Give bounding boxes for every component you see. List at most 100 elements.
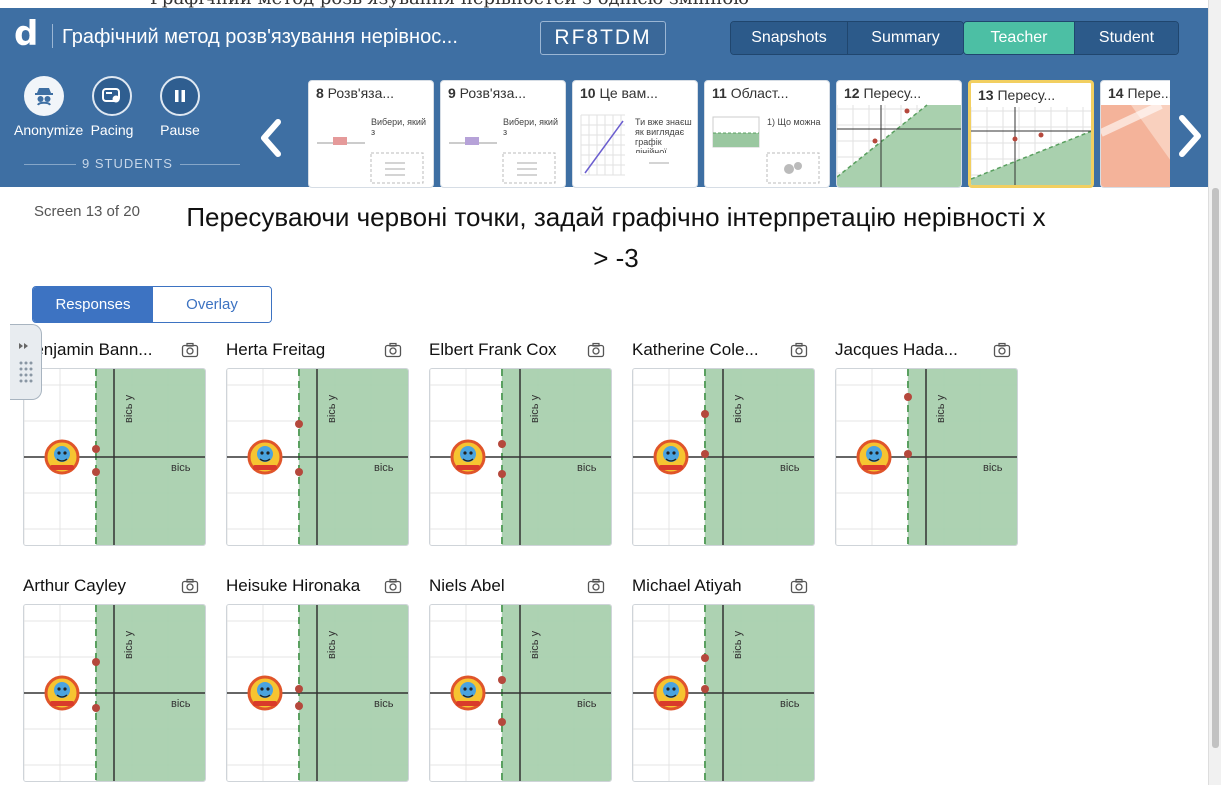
screen-thumbnail-10[interactable]: 10 Це вам... Ти вже знаєш як виглядає гра… xyxy=(572,80,698,188)
student-name[interactable]: Benjamin Bann... xyxy=(23,340,175,360)
student-graph[interactable]: вісь у вісь xyxy=(429,368,612,546)
red-point[interactable] xyxy=(498,440,506,448)
camera-snapshot-icon[interactable] xyxy=(384,578,402,594)
screen-thumbnail-title: 14 Пере... xyxy=(1108,85,1170,101)
pacing-control[interactable]: Pacing xyxy=(82,76,142,138)
clipped-top-text: Графічний метод розв'язування нерівносте… xyxy=(0,0,1221,8)
students-count-text: 9 STUDENTS xyxy=(82,156,173,171)
x-axis-label: вісь xyxy=(577,698,597,710)
tab-responses[interactable]: Responses xyxy=(33,287,153,322)
screen-thumbnail-body: Вибери, який з xyxy=(371,117,426,137)
logo-divider xyxy=(52,24,53,48)
pause-icon[interactable] xyxy=(160,76,200,116)
y-axis-label: вісь у xyxy=(529,394,541,423)
pacing-controls: Anonymize Pacing Pause 9 STUDENTS xyxy=(0,70,300,182)
student-graph[interactable]: вісь у вісь xyxy=(632,604,815,782)
red-point[interactable] xyxy=(295,702,303,710)
screen-thumbnail-12[interactable]: 12 Пересу... xyxy=(836,80,962,188)
student-name[interactable]: Arthur Cayley xyxy=(23,576,175,596)
screen-thumbnail-14[interactable]: 14 Пере... xyxy=(1100,80,1170,188)
class-code[interactable]: RF8TDM xyxy=(540,21,666,55)
x-axis-label: вісь xyxy=(374,698,394,710)
student-button[interactable]: Student xyxy=(1074,22,1178,54)
inequality-graph: вісь у вісь xyxy=(633,369,814,545)
avatar-sticker-icon xyxy=(247,439,283,475)
avatar-sticker-icon xyxy=(653,675,689,711)
anonymize-icon[interactable] xyxy=(24,76,64,116)
camera-snapshot-icon[interactable] xyxy=(587,578,605,594)
snapshots-button[interactable]: Snapshots xyxy=(731,22,847,54)
student-graph[interactable]: вісь у вісь xyxy=(429,604,612,782)
student-graph[interactable]: вісь у вісь xyxy=(226,604,409,782)
student-name[interactable]: Elbert Frank Cox xyxy=(429,340,581,360)
camera-snapshot-icon[interactable] xyxy=(993,342,1011,358)
camera-snapshot-icon[interactable] xyxy=(587,342,605,358)
red-point[interactable] xyxy=(92,468,100,476)
inequality-graph: вісь у вісь xyxy=(227,369,408,545)
desmos-logo[interactable]: d xyxy=(14,14,38,54)
y-axis-label: вісь у xyxy=(732,630,744,659)
y-axis-label: вісь у xyxy=(935,394,947,423)
activity-title[interactable]: Графічний метод розв'язування нерівнос..… xyxy=(62,26,458,49)
screen-thumbnail-9[interactable]: 9 Розв'яза... Вибери, який з xyxy=(440,80,566,188)
screen-thumbnail-body: Ти вже знаєш як виглядає графік лінійної xyxy=(635,117,692,153)
student-graph[interactable]: вісь у вісь xyxy=(23,604,206,782)
screen-thumbnail-body: 1) Що можна xyxy=(767,117,821,127)
screen-thumbnail-title: 9 Розв'яза... xyxy=(448,85,560,101)
pause-control[interactable]: Pause xyxy=(150,76,210,138)
pacing-icon[interactable] xyxy=(92,76,132,116)
y-axis-label: вісь у xyxy=(123,394,135,423)
red-point[interactable] xyxy=(498,718,506,726)
student-name[interactable]: Katherine Cole... xyxy=(632,340,784,360)
camera-snapshot-icon[interactable] xyxy=(790,342,808,358)
red-point[interactable] xyxy=(92,658,100,666)
teacher-button[interactable]: Teacher xyxy=(964,22,1074,54)
camera-snapshot-icon[interactable] xyxy=(181,578,199,594)
red-point[interactable] xyxy=(701,450,709,458)
red-point[interactable] xyxy=(904,450,912,458)
red-point[interactable] xyxy=(295,420,303,428)
red-point[interactable] xyxy=(701,410,709,418)
teacher-dashboard: { "top_strip_text": "Графічний метод роз… xyxy=(0,0,1221,785)
screen-thumbnail-13[interactable]: 13 Пересу... xyxy=(968,80,1094,188)
avatar-sticker-icon xyxy=(44,675,80,711)
student-graph[interactable]: вісь у вісь xyxy=(632,368,815,546)
student-name[interactable]: Jacques Hada... xyxy=(835,340,987,360)
red-point[interactable] xyxy=(295,685,303,693)
x-axis-label: вісь xyxy=(780,462,800,474)
anonymize-control[interactable]: Anonymize xyxy=(14,76,83,138)
student-graph[interactable]: вісь у вісь xyxy=(23,368,206,546)
page-scrollbar[interactable] xyxy=(1208,0,1221,785)
side-panel-handle[interactable] xyxy=(10,324,42,400)
camera-snapshot-icon[interactable] xyxy=(384,342,402,358)
student-graph[interactable]: вісь у вісь xyxy=(226,368,409,546)
red-point[interactable] xyxy=(701,654,709,662)
student-name[interactable]: Niels Abel xyxy=(429,576,581,596)
chevron-left-icon[interactable] xyxy=(258,118,286,158)
avatar-sticker-icon xyxy=(450,439,486,475)
scrollbar-thumb[interactable] xyxy=(1212,188,1219,748)
red-point[interactable] xyxy=(904,393,912,401)
y-axis-label: вісь у xyxy=(123,630,135,659)
tab-overlay[interactable]: Overlay xyxy=(153,287,271,322)
student-name[interactable]: Herta Freitag xyxy=(226,340,378,360)
header-bar: d Графічний метод розв'язування нерівнос… xyxy=(0,8,1221,188)
red-point[interactable] xyxy=(92,445,100,453)
camera-snapshot-icon[interactable] xyxy=(790,578,808,594)
x-axis-label: вісь xyxy=(171,698,191,710)
red-point[interactable] xyxy=(498,470,506,478)
screen-thumbnail-11[interactable]: 11 Област... 1) Що можна xyxy=(704,80,830,188)
red-point[interactable] xyxy=(295,468,303,476)
drag-grip-icon[interactable] xyxy=(10,325,42,401)
red-point[interactable] xyxy=(498,676,506,684)
screen-thumbnail-8[interactable]: 8 Розв'яза... Вибери, який з xyxy=(308,80,434,188)
camera-snapshot-icon[interactable] xyxy=(181,342,199,358)
red-point[interactable] xyxy=(701,685,709,693)
chevron-right-icon[interactable] xyxy=(1172,106,1208,166)
summary-button[interactable]: Summary xyxy=(847,22,963,54)
red-point[interactable] xyxy=(92,704,100,712)
pacing-label: Pacing xyxy=(90,122,134,138)
student-name[interactable]: Michael Atiyah xyxy=(632,576,784,596)
student-name[interactable]: Heisuke Hironaka xyxy=(226,576,378,596)
student-graph[interactable]: вісь у вісь xyxy=(835,368,1018,546)
